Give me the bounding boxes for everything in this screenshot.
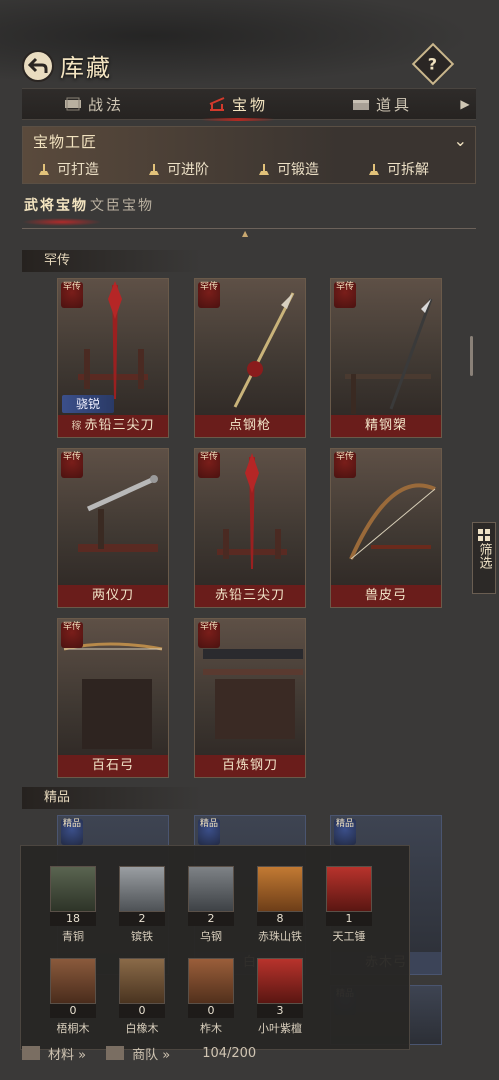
- rarity-badge: 罕传: [61, 452, 83, 478]
- section-fine-label: 精品: [22, 787, 202, 809]
- trait-tag: 骁锐: [62, 395, 114, 413]
- craftsman-title: 宝物工匠: [33, 133, 98, 151]
- materials-popup: 18 青铜 2 镔铁 2 乌钢 8 赤珠山铁 1 天工锤 0 梧桐木 0 白橡木…: [20, 845, 410, 1050]
- craftsman-panel: 宝物工匠 ⌄ 可打造 可进阶 可锻造 可拆解: [22, 126, 476, 184]
- material-item[interactable]: 2 镔铁: [117, 866, 167, 944]
- hammer-icon: [326, 866, 372, 912]
- rarity-badge: 罕传: [61, 622, 83, 648]
- treasure-card[interactable]: 罕传 赤铅三尖刀: [194, 448, 306, 608]
- materials-link[interactable]: 材料 »: [48, 1044, 86, 1063]
- scrollbar-thumb[interactable]: [470, 336, 473, 376]
- treasure-card[interactable]: 罕传 兽皮弓: [330, 448, 442, 608]
- tab-treasure[interactable]: 宝物: [166, 89, 310, 121]
- craft-option-upgradable[interactable]: 可进阶: [147, 159, 257, 179]
- page-title: 库藏: [60, 54, 112, 82]
- category-tabs: 战法 宝物 道具 ▶: [22, 88, 476, 121]
- treasure-card[interactable]: 罕传 精钢槊: [330, 278, 442, 438]
- ore-icon: [50, 866, 96, 912]
- treasure-card[interactable]: 罕传 百石弓: [57, 618, 169, 778]
- rarity-badge: 罕传: [334, 282, 356, 308]
- material-item[interactable]: 3 小叶紫檀: [255, 958, 305, 1036]
- treasure-name: 稼赤铅三尖刀: [58, 415, 168, 437]
- rarity-badge: 精品: [198, 819, 220, 845]
- treasure-card[interactable]: 罕传 点钢枪: [194, 278, 306, 438]
- rarity-badge: 精品: [334, 819, 356, 845]
- grid-icon: [478, 529, 490, 541]
- bottom-bar: 材料 » 商队 » 104/200: [22, 1042, 422, 1064]
- chest-icon: [352, 100, 369, 110]
- question-icon: ?: [428, 54, 438, 74]
- subtab-active-indicator: [22, 218, 102, 226]
- caret-up-icon: ▲: [242, 229, 249, 238]
- craft-option-refinable[interactable]: 可锻造: [257, 159, 367, 179]
- tab-items[interactable]: 道具: [310, 89, 454, 119]
- anvil-icon: [149, 164, 159, 175]
- tab-label: 道具: [375, 95, 412, 114]
- rarity-badge: 罕传: [334, 452, 356, 478]
- material-item[interactable]: 2 乌钢: [186, 866, 236, 944]
- scroll-icon: [64, 97, 81, 111]
- treasure-subtabs: 武将宝物 文臣宝物: [24, 195, 156, 215]
- craft-option-dismantlable[interactable]: 可拆解: [367, 159, 477, 179]
- treasure-card[interactable]: 罕传 骁锐 稼赤铅三尖刀: [57, 278, 169, 438]
- log-icon: [257, 958, 303, 1004]
- subtab-minister-treasure[interactable]: 文臣宝物: [90, 195, 156, 215]
- log-icon: [188, 958, 234, 1004]
- anvil-icon: [259, 164, 269, 175]
- craft-option-forgeable[interactable]: 可打造: [37, 159, 147, 179]
- tab-label: 宝物: [231, 95, 268, 114]
- rarity-badge: 罕传: [198, 282, 220, 308]
- treasure-card[interactable]: 罕传 百炼钢刀: [194, 618, 306, 778]
- storage-capacity: 104/200: [202, 1045, 257, 1061]
- anvil-icon: [39, 164, 49, 175]
- tab-label: 战法: [87, 95, 124, 114]
- treasure-name: 赤铅三尖刀: [195, 585, 305, 607]
- treasure-name: 两仪刀: [58, 585, 168, 607]
- material-item[interactable]: 0 白橡木: [117, 958, 167, 1036]
- filter-button[interactable]: 筛选: [472, 522, 496, 594]
- back-button[interactable]: [22, 50, 54, 82]
- rarity-badge: 精品: [61, 819, 83, 845]
- rarity-badge: 罕传: [198, 452, 220, 478]
- back-arrow-icon: [28, 57, 48, 73]
- material-item[interactable]: 0 柞木: [186, 958, 236, 1036]
- material-item[interactable]: 0 梧桐木: [48, 958, 98, 1036]
- material-item[interactable]: 8 赤珠山铁: [255, 866, 305, 944]
- rarity-badge: 罕传: [198, 622, 220, 648]
- treasure-name: 精钢槊: [331, 415, 441, 437]
- ingot-icon: [188, 866, 234, 912]
- tabs-next-arrow-icon[interactable]: ▶: [454, 89, 476, 119]
- tab-tactics[interactable]: 战法: [22, 89, 166, 119]
- treasure-name: 百石弓: [58, 755, 168, 777]
- divider: [22, 228, 476, 229]
- section-rare-label: 罕传: [22, 250, 202, 272]
- material-item[interactable]: 1 天工锤: [324, 866, 374, 944]
- material-item[interactable]: 18 青铜: [48, 866, 98, 944]
- ore-icon: [257, 866, 303, 912]
- sword-rack-icon: [209, 97, 225, 111]
- materials-icon: [22, 1046, 40, 1060]
- anvil-icon: [369, 164, 379, 175]
- treasure-name: 百炼钢刀: [195, 755, 305, 777]
- treasure-name: 兽皮弓: [331, 585, 441, 607]
- rarity-badge: 罕传: [61, 282, 83, 308]
- log-icon: [119, 958, 165, 1004]
- caravan-link[interactable]: 商队 »: [132, 1044, 170, 1063]
- log-icon: [50, 958, 96, 1004]
- treasure-card[interactable]: 罕传 两仪刀: [57, 448, 169, 608]
- subtab-general-treasure[interactable]: 武将宝物: [24, 195, 90, 215]
- treasure-name: 点钢枪: [195, 415, 305, 437]
- ingot-icon: [119, 866, 165, 912]
- collapse-chevron-icon[interactable]: ⌄: [454, 131, 467, 150]
- caravan-icon: [106, 1046, 125, 1060]
